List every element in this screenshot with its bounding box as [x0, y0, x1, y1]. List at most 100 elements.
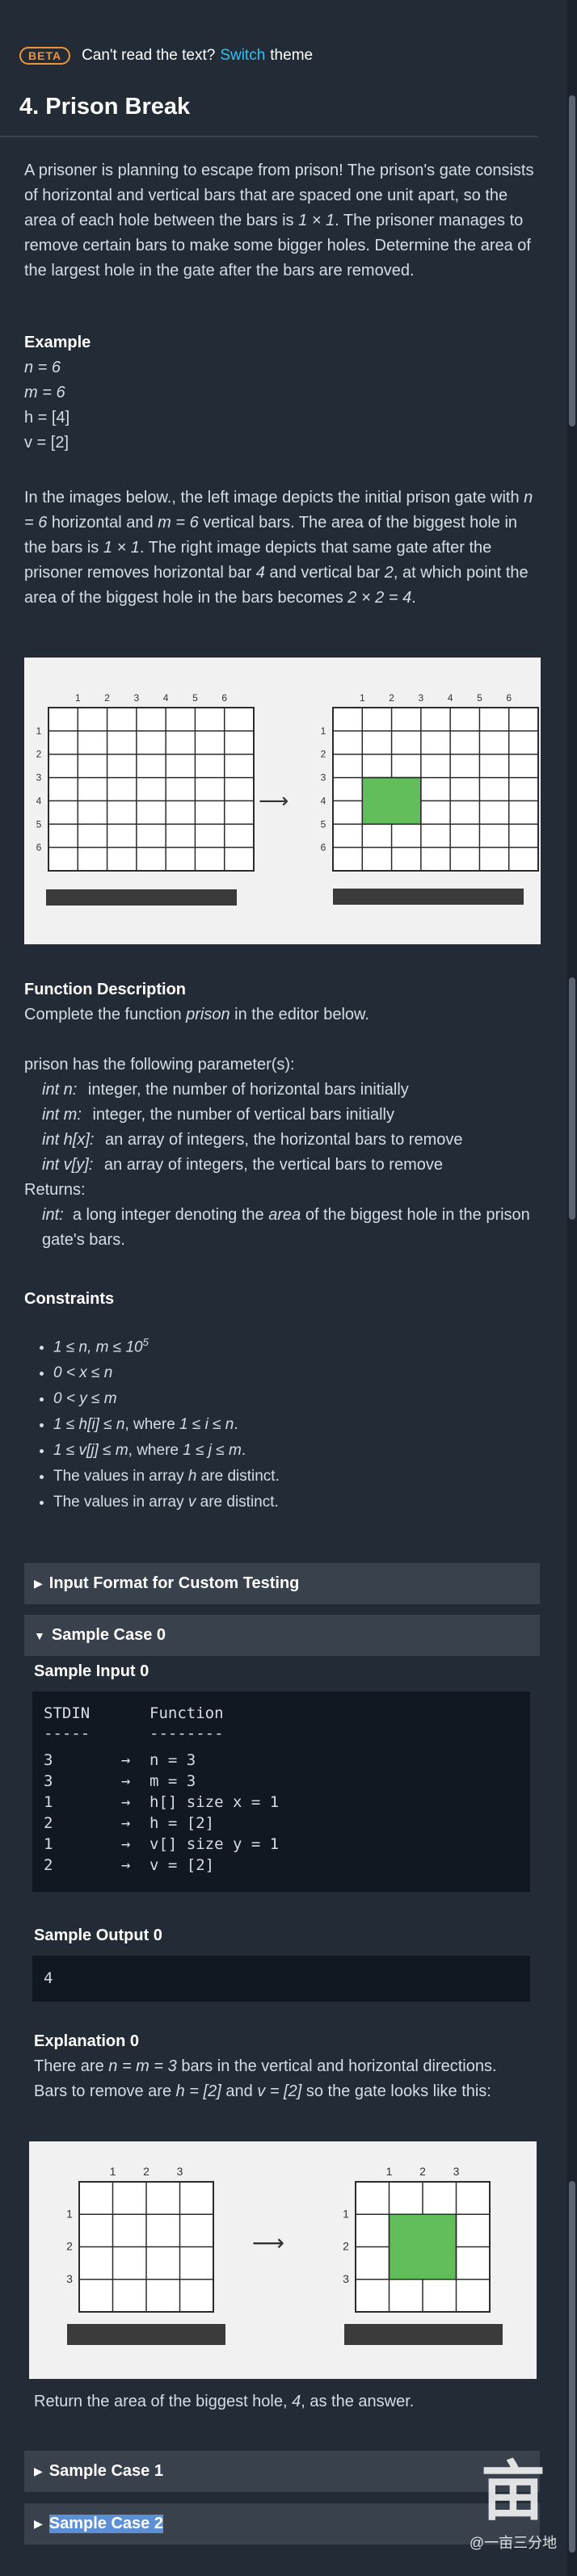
code-cell: Function [150, 1704, 224, 1722]
row-label: 3 [36, 772, 42, 784]
sample-case-1-label: Sample Case 1 [48, 2462, 163, 2480]
returns-area: area [268, 1206, 301, 1224]
page-scrollbar-thumb[interactable] [569, 95, 575, 427]
code-cell: 3 [44, 1751, 53, 1769]
function-description: Function Description Complete the functi… [24, 977, 541, 1253]
explanation-h: h = [2] [175, 2082, 221, 2100]
gate-sample-before-base [67, 2324, 225, 2345]
param-name: int v[y]: [42, 1156, 94, 1174]
constraint-text: , where [128, 1442, 183, 1460]
row-label: 2 [66, 2240, 73, 2253]
constraint-text: 0 < x ≤ n [53, 1364, 113, 1382]
constraints-heading: Constraints [24, 1290, 115, 1308]
images-desc-area-2: 2 × 2 = 4 [347, 589, 412, 607]
constraint-item: 1 ≤ h[i] ≤ n, where 1 ≤ i ≤ n. [53, 1412, 554, 1438]
column-label: 6 [221, 692, 227, 704]
switch-theme-link[interactable]: Switch [220, 47, 265, 65]
constraint-text: 1 ≤ n, m ≤ 10 [53, 1338, 143, 1356]
constraint-text: 1 ≤ h[i] ≤ n [53, 1416, 125, 1434]
constraint-text: The values in array [53, 1494, 188, 1511]
row-label: 1 [321, 725, 326, 737]
input-format-toggle[interactable]: ▶ Input Format for Custom Testing [24, 1563, 540, 1604]
constraint-text: , where [124, 1416, 180, 1434]
problem-title: 4. Prison Break [19, 94, 191, 120]
theme-banner: BETA Can't read the text? Switch theme [19, 47, 313, 65]
return-statement: Return the area of the biggest hole, 4, … [34, 2389, 527, 2414]
row-label: 3 [66, 2272, 73, 2285]
page-scrollbar-thumb-secondary[interactable] [569, 977, 575, 1220]
returns-text: a long integer denoting the [72, 1206, 269, 1224]
row-label: 6 [321, 842, 326, 853]
example-figure-svg: 1 2 3 4 5 6 1 2 3 4 5 6 ⟶ 1 2 3 4 5 6 1 2 3 4 5 6 [36, 692, 539, 906]
sample-case-0-toggle[interactable]: ▼ Sample Case 0 [24, 1615, 540, 1656]
explanation-heading: Explanation 0 [34, 2032, 140, 2050]
beta-badge: BETA [19, 47, 71, 65]
column-label: 3 [177, 2165, 183, 2178]
code-cell: 2 [44, 1814, 53, 1832]
sample-output-heading: Sample Output 0 [34, 1927, 162, 1944]
gate-sample-after: 1 2 3 1 2 3 [343, 2165, 503, 2345]
constraint-text: v [187, 1494, 196, 1511]
explanation-v: v = [2] [257, 2082, 302, 2100]
page-scrollbar-track[interactable] [567, 0, 577, 2576]
param-item: int n: integer, the number of horizontal… [24, 1078, 541, 1103]
row-label: 1 [343, 2207, 349, 2220]
constraint-text: The values in array [53, 1468, 188, 1486]
example-heading: Example [24, 334, 91, 351]
param-desc: integer, the number of horizontal bars i… [83, 1081, 409, 1099]
param-desc: an array of integers, the horizontal bar… [100, 1131, 463, 1149]
params-intro: prison has the following parameter(s): [24, 1056, 295, 1074]
example-m: m = 6 [24, 384, 65, 401]
images-description: In the images below., the left image dep… [24, 485, 541, 611]
images-desc-m: m = 6 [158, 514, 199, 532]
chevron-right-icon: ▶ [34, 2517, 43, 2530]
images-desc-text-2: horizontal and [47, 514, 158, 532]
row-label: 2 [36, 749, 42, 760]
row-label: 4 [36, 795, 42, 806]
column-label: 2 [143, 2165, 150, 2178]
code-cell: → [121, 1772, 131, 1790]
chevron-right-icon: ▶ [34, 1577, 43, 1590]
function-description-heading: Function Description [24, 981, 186, 998]
row-label: 3 [321, 772, 326, 784]
constraints-heading-wrap: Constraints [24, 1287, 541, 1312]
column-label: 5 [192, 692, 198, 704]
banner-text-theme: theme [270, 47, 314, 64]
column-label: 2 [389, 692, 394, 704]
explanation-text: There are [34, 2057, 109, 2075]
row-label: 3 [343, 2272, 349, 2285]
column-label: 2 [104, 692, 110, 704]
constraint-text: . [234, 1416, 238, 1434]
constraint-item: 0 < y ≤ m [53, 1386, 554, 1412]
column-label: 1 [360, 692, 365, 704]
code-cell: 1 [44, 1793, 53, 1811]
figure-arrow: ⟶ [252, 2229, 284, 2256]
row-label: 2 [321, 749, 326, 760]
code-cell: → [121, 1835, 131, 1853]
constraint-text: . [241, 1442, 246, 1460]
returns-line: int: a long integer denoting the area of… [24, 1203, 541, 1253]
constraints-list: 1 ≤ n, m ≤ 105 0 < x ≤ n 0 < y ≤ m 1 ≤ h… [24, 1330, 554, 1515]
gate-sample-after-base [344, 2324, 503, 2345]
code-cell: → [121, 1751, 131, 1769]
code-cell: ----- [44, 1725, 91, 1742]
column-label: 6 [506, 692, 512, 704]
param-desc: integer, the number of vertical bars ini… [87, 1106, 394, 1124]
sample-case-0-label: Sample Case 0 [51, 1626, 166, 1644]
constraint-text: are distinct. [196, 1494, 279, 1511]
row-label: 5 [36, 818, 42, 830]
watermark-text: @一亩三分地 [469, 2535, 558, 2551]
constraint-item: 1 ≤ v[j] ≤ m, where 1 ≤ j ≤ m. [53, 1438, 554, 1464]
input-format-label: Input Format for Custom Testing [48, 1574, 300, 1592]
param-desc: an array of integers, the vertical bars … [99, 1156, 443, 1174]
column-label: 1 [386, 2165, 393, 2178]
constraint-text: 1 ≤ v[j] ≤ m [53, 1442, 128, 1460]
images-desc-h-bar: 4 [255, 564, 265, 582]
function-description-line: Complete the function prison in the edit… [24, 1002, 541, 1027]
column-label: 1 [110, 2165, 116, 2178]
page-scrollbar-thumb-tertiary[interactable] [569, 2181, 575, 2553]
code-cell: → [121, 1793, 131, 1811]
code-cell: 1 [44, 1835, 53, 1853]
code-cell: m = 3 [150, 1772, 196, 1790]
images-desc-v-bar: 2 [384, 564, 394, 582]
